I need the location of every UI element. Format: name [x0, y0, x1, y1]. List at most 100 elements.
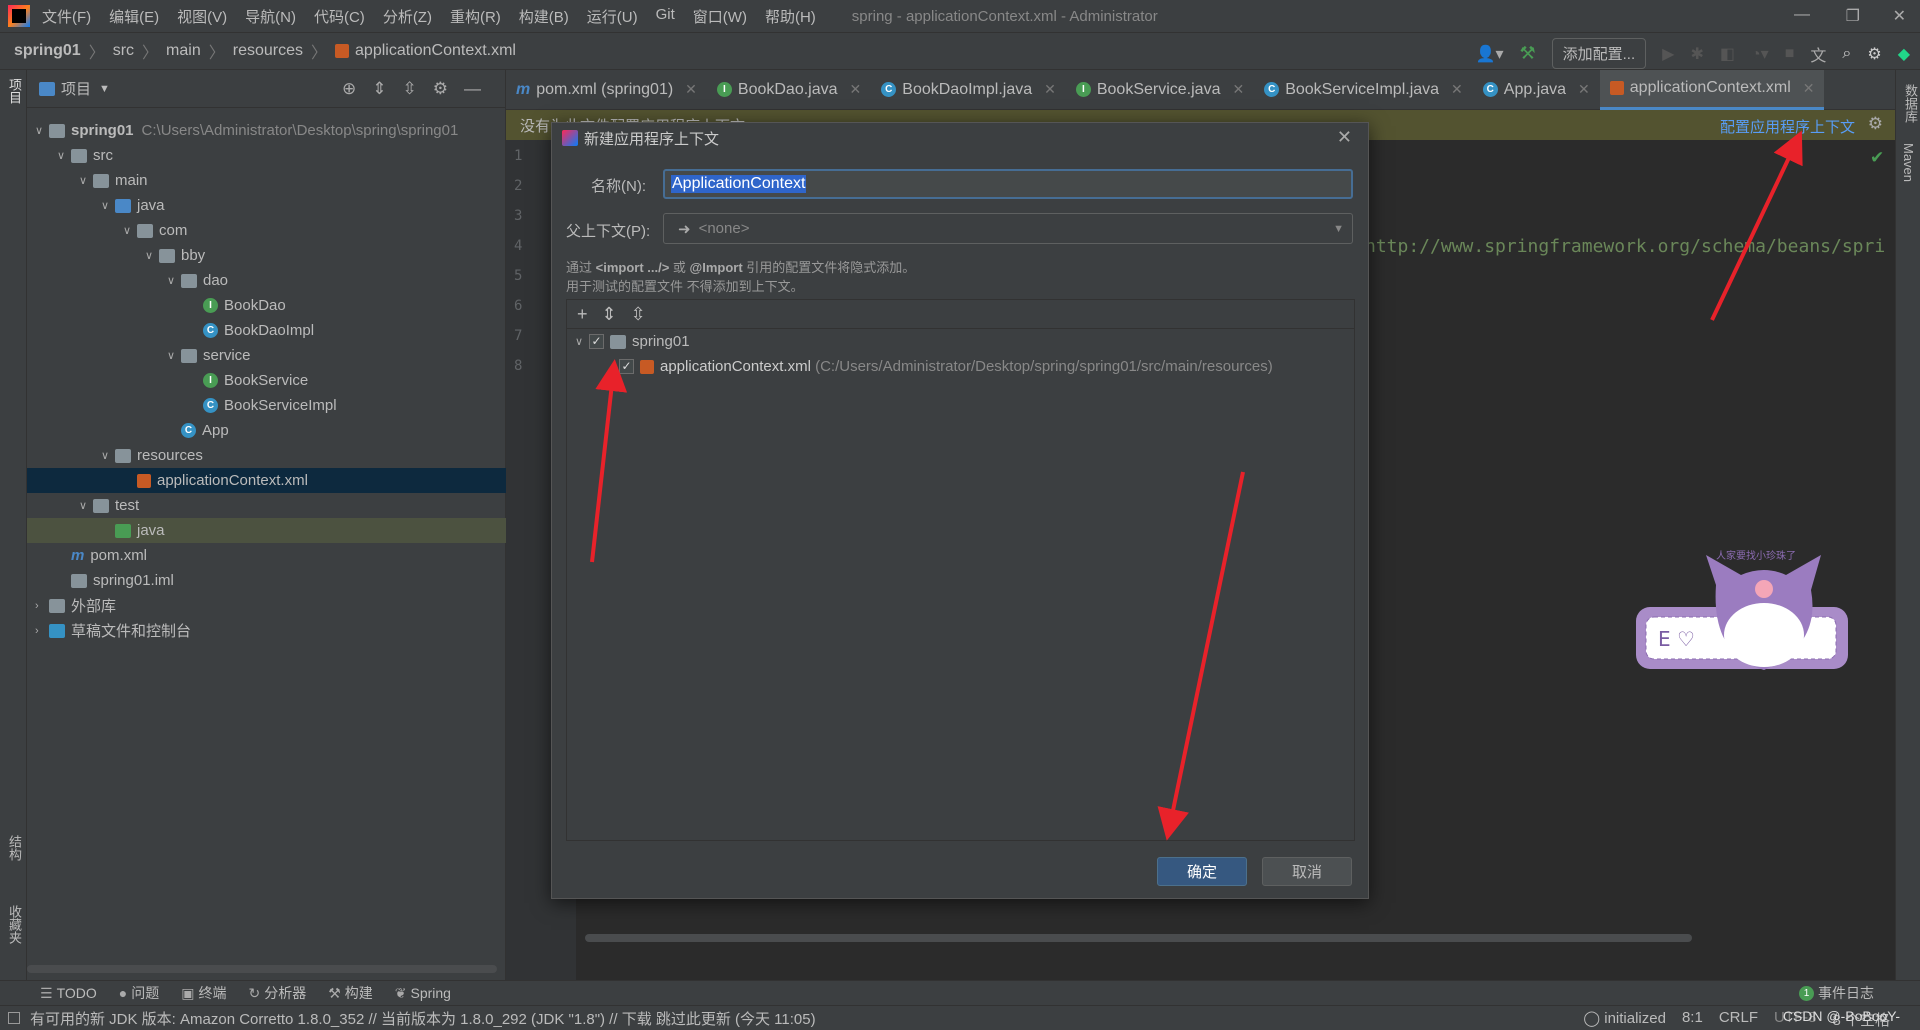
tool-window-button[interactable]: ❦ Spring [395, 985, 451, 1002]
chevron-down-icon[interactable]: ∨ [79, 174, 93, 187]
tree-item[interactable]: ∨ test [27, 493, 506, 518]
editor-tab[interactable]: I BookDao.java ✕ [707, 70, 871, 110]
collapse-all-icon[interactable]: ⇳ [631, 304, 646, 325]
editor-tab[interactable]: applicationContext.xml ✕ [1599, 69, 1825, 110]
tree-item[interactable]: ∨ com [27, 218, 506, 243]
breadcrumb-item[interactable]: src [113, 42, 134, 60]
close-window-button[interactable]: ✕ [1893, 6, 1906, 26]
tool-window-button[interactable]: ⚒ 构建 [328, 983, 373, 1003]
chevron-down-icon[interactable]: ∨ [123, 224, 137, 237]
name-input[interactable]: ApplicationContext [663, 169, 1353, 199]
menu-item[interactable]: 代码(C) [314, 6, 365, 27]
event-log-button[interactable]: 1 事件日志 [1799, 983, 1874, 1003]
chevron-down-icon[interactable]: ∨ [101, 199, 115, 212]
close-tab-icon[interactable]: ✕ [1044, 81, 1056, 98]
add-configuration-button[interactable]: 添加配置... [1551, 38, 1647, 69]
menu-item[interactable]: 运行(U) [587, 6, 638, 27]
chevron-down-icon[interactable]: ∨ [35, 124, 49, 137]
menu-item[interactable]: 视图(V) [177, 6, 227, 27]
menu-item[interactable]: 构建(B) [519, 6, 569, 27]
status-message[interactable]: 有可用的新 JDK 版本: Amazon Corretto 1.8.0_352 … [30, 1008, 816, 1029]
editor-tab[interactable]: m pom.xml (spring01) ✕ [506, 70, 707, 110]
menu-item[interactable]: 窗口(W) [693, 6, 747, 27]
close-tab-icon[interactable]: ✕ [850, 81, 862, 98]
editor-tab[interactable]: C BookServiceImpl.java ✕ [1254, 70, 1473, 110]
configure-context-link[interactable]: 配置应用程序上下文 [1720, 116, 1855, 137]
parent-context-dropdown[interactable]: ➜ <none> ▼ [663, 213, 1353, 244]
menu-item[interactable]: 帮助(H) [765, 6, 816, 27]
tree-item[interactable]: ∨ spring01 C:\Users\Administrator\Desktop\… [27, 118, 506, 143]
tree-item[interactable]: C App [27, 418, 506, 443]
tool-window-button[interactable]: ● 问题 [119, 983, 159, 1003]
chevron-down-icon[interactable]: ∨ [167, 274, 181, 287]
close-icon[interactable]: ✕ [1337, 127, 1352, 148]
panel-toggle-icon[interactable] [8, 1012, 20, 1024]
code-line[interactable]: http://www.springframework.org/schema/be… [1365, 236, 1895, 257]
favorites-tool-button[interactable]: 收藏夹 [5, 905, 24, 944]
gear-icon[interactable]: ⚙ [1868, 114, 1883, 134]
menu-item[interactable]: 分析(Z) [383, 6, 432, 27]
tree-item[interactable]: C BookServiceImpl [27, 393, 506, 418]
chevron-down-icon[interactable]: ∨ [167, 349, 181, 362]
chevron-right-icon[interactable]: › [35, 600, 49, 612]
translate-icon[interactable]: 文 [1810, 42, 1826, 66]
editor-horizontal-scrollbar[interactable] [585, 934, 1692, 942]
tree-item[interactable]: ∨ resources [27, 443, 506, 468]
chevron-down-icon[interactable]: ∨ [57, 149, 71, 162]
structure-tool-button[interactable]: 结构 [5, 835, 24, 861]
tree-item[interactable]: › 草稿文件和控制台 [27, 618, 506, 643]
minimize-button[interactable]: — [1794, 6, 1810, 24]
tree-item[interactable]: C BookDaoImpl [27, 318, 506, 343]
run-icon[interactable]: ▶ [1662, 44, 1674, 64]
menu-item[interactable]: 编辑(E) [109, 6, 159, 27]
context-tree-file[interactable]: ✓ applicationContext.xml (C:/Users/Admin… [619, 358, 1273, 375]
profile-icon[interactable]: ◔▾ [1751, 44, 1769, 64]
expand-all-icon[interactable]: ⇕ [372, 79, 386, 99]
search-icon[interactable]: ⌕ [1842, 45, 1851, 63]
coverage-icon[interactable]: ◧ [1720, 44, 1735, 64]
project-horizontal-scrollbar[interactable] [27, 965, 497, 973]
tree-item[interactable]: spring01.iml [27, 568, 506, 593]
gear-icon[interactable]: ⚙ [1867, 44, 1881, 64]
plugin-logo-icon[interactable]: ◆ [1898, 44, 1910, 64]
chevron-down-icon[interactable]: ∨ [145, 249, 159, 262]
chevron-down-icon[interactable]: ∨ [79, 499, 93, 512]
stop-icon[interactable]: ■ [1785, 45, 1795, 63]
menu-item[interactable]: 重构(R) [450, 6, 501, 27]
tree-item[interactable]: applicationContext.xml [27, 468, 506, 493]
tree-item[interactable]: ∨ bby [27, 243, 506, 268]
tree-item[interactable]: ∨ service [27, 343, 506, 368]
chevron-down-icon[interactable]: ∨ [575, 335, 589, 348]
line-separator[interactable]: CRLF [1719, 1009, 1758, 1030]
tree-item[interactable]: I BookDao [27, 293, 506, 318]
chevron-right-icon[interactable]: › [35, 625, 49, 637]
editor-tab[interactable]: C BookDaoImpl.java ✕ [871, 70, 1066, 110]
close-tab-icon[interactable]: ✕ [685, 81, 697, 98]
breadcrumb-item[interactable]: spring01 [14, 42, 81, 60]
tree-item[interactable]: ∨ main [27, 168, 506, 193]
file-checkbox[interactable]: ✓ [619, 359, 634, 374]
module-checkbox[interactable]: ✓ [589, 334, 604, 349]
tree-item[interactable]: › 外部库 [27, 593, 506, 618]
close-tab-icon[interactable]: ✕ [1451, 81, 1463, 98]
cancel-button[interactable]: 取消 [1262, 857, 1352, 886]
tool-window-button[interactable]: ☰ TODO [40, 985, 97, 1002]
close-tab-icon[interactable]: ✕ [1232, 81, 1244, 98]
menu-item[interactable]: Git [656, 6, 675, 27]
menu-item[interactable]: 文件(F) [42, 6, 91, 27]
locate-icon[interactable]: ⊕ [342, 79, 356, 99]
tree-item[interactable]: ∨ src [27, 143, 506, 168]
tree-item[interactable]: I BookService [27, 368, 506, 393]
tree-item[interactable]: ∨ dao [27, 268, 506, 293]
tree-item[interactable]: m pom.xml [27, 543, 506, 568]
build-hammer-icon[interactable]: ⚒ [1519, 43, 1535, 64]
database-tool-button[interactable]: 数据库 [1901, 84, 1920, 123]
menu-item[interactable]: 导航(N) [245, 6, 296, 27]
user-icon[interactable]: 👤▾ [1476, 44, 1504, 64]
tree-item[interactable]: ∨ java [27, 193, 506, 218]
close-tab-icon[interactable]: ✕ [1803, 80, 1815, 97]
tool-window-button[interactable]: ↻ 分析器 [248, 983, 306, 1003]
editor-tab[interactable]: C App.java ✕ [1473, 70, 1600, 110]
maven-tool-button[interactable]: Maven [1901, 143, 1916, 182]
restore-button[interactable]: ❐ [1846, 6, 1860, 26]
